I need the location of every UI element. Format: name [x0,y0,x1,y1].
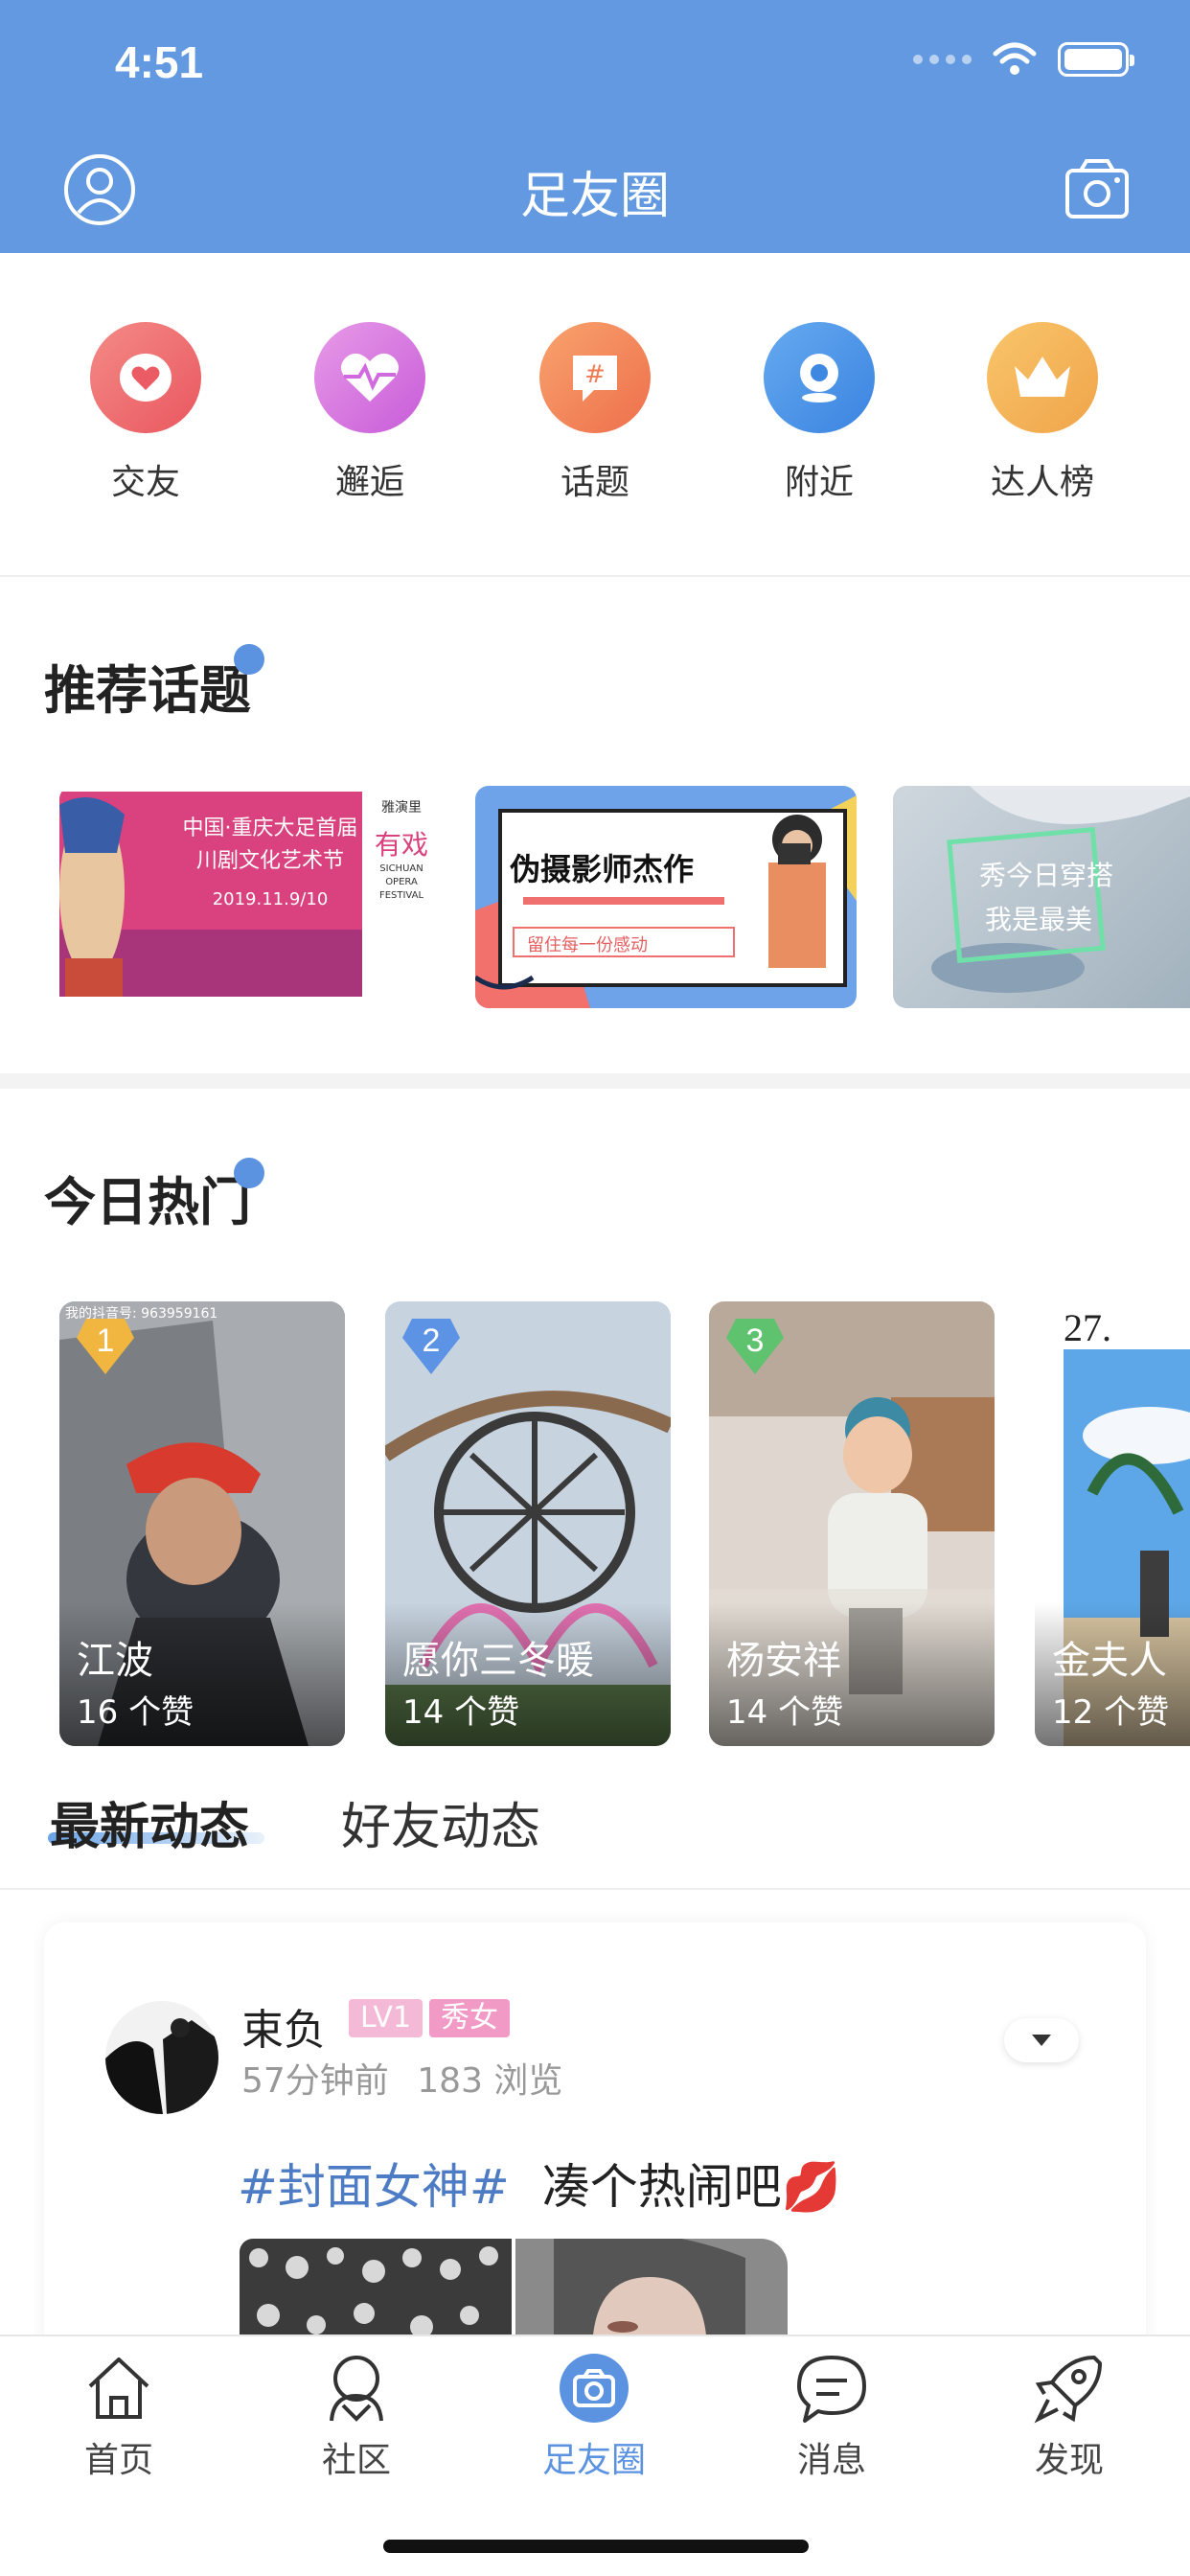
hot-card-3[interactable]: 3 杨安祥 14 个赞 [709,1301,995,1746]
hot-likes: 16 个赞 [77,1693,195,1732]
section-dot-icon [234,1158,264,1188]
heartbeat-icon [314,322,425,433]
app-header: 4:51 足友圈 [0,0,1190,253]
topic-photographer-subtitle: 留住每一份感动 [527,935,648,955]
post-views: 183 浏览 [417,2061,563,2101]
quick-item-make-friends[interactable]: 交友 [69,322,222,504]
crown-icon [987,322,1098,433]
tabbar-item-home[interactable]: 首页 [52,2350,186,2482]
quick-item-topics[interactable]: # 话题 [518,322,672,504]
quick-label: 邂逅 [334,463,404,502]
camera-icon[interactable] [1064,157,1131,220]
topic-card-photographer[interactable]: 伪摄影师杰作 留住每一份感动 [475,786,857,1008]
rocket-icon [1034,2356,1102,2424]
tabbar-label: 首页 [83,2441,153,2480]
tabbar-label: 社区 [321,2441,391,2480]
topic-opera-date: 2019.11.9/10 [212,889,329,909]
topic-opera-brand: 有戏 [374,829,428,861]
tabbar-item-discover[interactable]: 发现 [1002,2350,1136,2482]
heart-icon [90,322,201,433]
topic-outfit-subtitle: 我是最美 [985,904,1093,935]
community-icon [330,2356,383,2422]
topic-opera-title: 中国·重庆大足首届川剧文化艺术节 [182,816,358,873]
hot-card-number: 27. [1064,1306,1111,1349]
status-indicators [913,42,1134,77]
rank-badge-icon: 2 [400,1315,462,1376]
tabbar-item-circle[interactable]: 足友圈 [527,2350,661,2482]
post-meta: 57分钟前 183 浏览 [241,2053,562,2103]
topic-outfit-title: 秀今日穿搭 [979,860,1114,891]
section-title-recommended: 推荐话题 [44,660,251,721]
status-time: 4:51 [115,37,204,87]
section-title-hot: 今日热门 [44,1172,251,1232]
tab-latest[interactable]: 最新动态 [50,1786,249,1858]
hot-name: 金夫人 [1052,1639,1167,1683]
topic-photographer-title: 伪摄影师杰作 [510,851,695,887]
signal-icon [913,55,972,64]
chevron-down-icon [1032,2035,1051,2046]
circle-camera-icon [560,2354,629,2423]
divider [0,1888,1190,1890]
post-hashtag[interactable]: #封面女神# [238,2159,510,2215]
hot-card-1[interactable]: 我的抖音号: 963959161 1 江波 16 个赞 [59,1301,345,1746]
hot-card-2[interactable]: 2 愿你三冬暖 14 个赞 [385,1301,671,1746]
quick-label: 话题 [560,463,629,502]
hot-card-4[interactable]: 27. 金夫人 12 个赞 [1035,1301,1190,1746]
avatar[interactable] [105,2001,218,2114]
home-icon [88,2358,149,2419]
tag-badge: 秀女 [429,1999,510,2037]
post-text: #封面女神# 凑个热闹吧💋 [238,2149,841,2218]
tab-friends[interactable]: 好友动态 [341,1786,540,1858]
battery-icon [1058,42,1134,77]
rank-badge-icon: 1 [75,1315,136,1376]
hot-likes: 12 个赞 [1052,1693,1170,1732]
tabbar-item-messages[interactable]: 消息 [765,2350,899,2482]
level-badge: LV1 [349,1999,423,2037]
quick-label: 交友 [110,463,180,502]
message-icon [797,2356,866,2423]
rank-number: 3 [745,1322,765,1359]
wifi-icon [993,42,1037,75]
hot-name: 江波 [77,1639,153,1683]
post-menu-button[interactable] [1004,2018,1079,2062]
quick-label: 附近 [784,463,854,502]
post-time: 57分钟前 [241,2061,389,2101]
hot-name: 愿你三冬暖 [402,1639,594,1683]
lips-emoji-icon: 💋 [781,2159,841,2215]
hot-name: 杨安祥 [726,1639,841,1683]
topic-opera-logo: 雅演里 [381,800,422,816]
topic-card-outfit[interactable]: 秀今日穿搭 我是最美 [893,786,1190,1008]
quick-item-encounter[interactable]: 邂逅 [293,322,446,504]
post-content: 凑个热闹吧 [541,2159,782,2215]
tabbar-item-community[interactable]: 社区 [289,2350,423,2482]
rank-badge-icon: 3 [724,1315,786,1376]
page-title: 足友圈 [519,168,670,225]
location-icon [764,322,875,433]
topic-card-opera[interactable]: 中国·重庆大足首届川剧文化艺术节 2019.11.9/10 雅演里 有戏 SIC… [59,786,439,1008]
home-indicator[interactable] [383,2540,809,2553]
quick-item-leaderboard[interactable]: 达人榜 [966,322,1119,504]
tabbar-label: 足友圈 [541,2441,646,2480]
quick-label: 达人榜 [990,463,1094,502]
svg-text:#: # [584,360,606,389]
hot-likes: 14 个赞 [402,1693,520,1732]
tabbar-label: 发现 [1034,2441,1104,2480]
hot-likes: 14 个赞 [726,1693,844,1732]
rank-number: 1 [96,1322,115,1359]
rank-number: 2 [422,1322,441,1359]
hashtag-icon: # [539,322,651,433]
post-author[interactable]: 束负 [241,1995,326,2057]
divider [0,575,1190,577]
quick-item-nearby[interactable]: 附近 [743,322,896,504]
topic-opera-sub: SICHUAN OPERA FESTIVAL [378,863,424,901]
section-dot-icon [234,644,264,675]
tabbar-label: 消息 [796,2441,866,2480]
section-divider [0,1073,1190,1089]
